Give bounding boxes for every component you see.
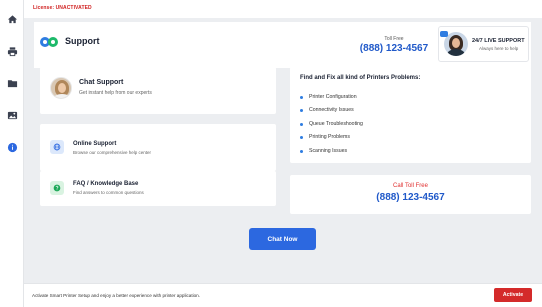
toll-free-label: Toll Free: [384, 36, 404, 42]
faq-title: FAQ / Knowledge Base: [73, 181, 139, 187]
chat-now-button[interactable]: Chat Now: [249, 228, 316, 250]
main-content: Support Toll Free (888) 123-4567 24/7 LI…: [24, 18, 542, 283]
home-icon[interactable]: [6, 13, 18, 25]
license-status: License: UNACTIVATED: [33, 5, 92, 11]
toll-free-number[interactable]: (888) 123-4567: [340, 43, 448, 54]
info-icon[interactable]: [6, 141, 18, 153]
list-item: Queue Troubleshooting: [300, 121, 363, 127]
problems-title: Find and Fix all kind of Printers Proble…: [300, 75, 421, 81]
list-item: Connectivity Issues: [300, 107, 354, 113]
image-icon[interactable]: [6, 109, 18, 121]
folder-icon[interactable]: [6, 77, 18, 89]
live-support-title: 24/7 LIVE SUPPORT: [472, 38, 525, 44]
faq-card[interactable]: FAQ / Knowledge Base Find answers to com…: [40, 171, 276, 206]
support-header: Support Toll Free (888) 123-4567 24/7 LI…: [34, 22, 531, 68]
faq-subtitle: Find answers to common questions: [73, 190, 144, 195]
live-support-box[interactable]: 24/7 LIVE SUPPORT Always here to help: [438, 26, 529, 62]
support-logo-icon: [40, 35, 60, 49]
printer-problems-card: Find and Fix all kind of Printers Proble…: [290, 67, 531, 163]
activate-button[interactable]: Activate: [494, 288, 532, 302]
chat-support-title: Chat Support: [79, 79, 124, 86]
chat-support-subtitle: Get instant help from our experts: [79, 90, 152, 96]
chat-agent-avatar: [50, 77, 72, 99]
live-support-subtitle: Always here to help: [479, 46, 519, 51]
question-icon: [50, 181, 64, 195]
topbar: License: UNACTIVATED: [24, 0, 542, 18]
printer-icon[interactable]: [6, 45, 18, 57]
activation-footer: Activate Smart Printer Setup and enjoy a…: [24, 283, 542, 307]
list-item: Scanning Issues: [300, 148, 347, 154]
activation-message: Activate Smart Printer Setup and enjoy a…: [32, 293, 201, 298]
chat-support-card[interactable]: Chat Support Get instant help from our e…: [40, 67, 276, 114]
online-support-card[interactable]: Online Support Browse our comprehensive …: [40, 124, 276, 171]
list-item: Printing Problems: [300, 134, 350, 140]
sidebar: [0, 0, 24, 307]
call-toll-free-number[interactable]: (888) 123-4567: [290, 192, 531, 203]
call-toll-free-card[interactable]: Call Toll Free (888) 123-4567: [290, 175, 531, 214]
call-toll-free-label: Call Toll Free: [393, 183, 428, 189]
list-item: Printer Configuration: [300, 94, 357, 100]
chat-bubble-icon: [440, 31, 448, 37]
online-support-subtitle: Browse our comprehensive help center: [73, 150, 152, 155]
page-title: Support: [65, 36, 100, 46]
globe-icon: [50, 140, 64, 154]
online-support-title: Online Support: [73, 141, 117, 147]
